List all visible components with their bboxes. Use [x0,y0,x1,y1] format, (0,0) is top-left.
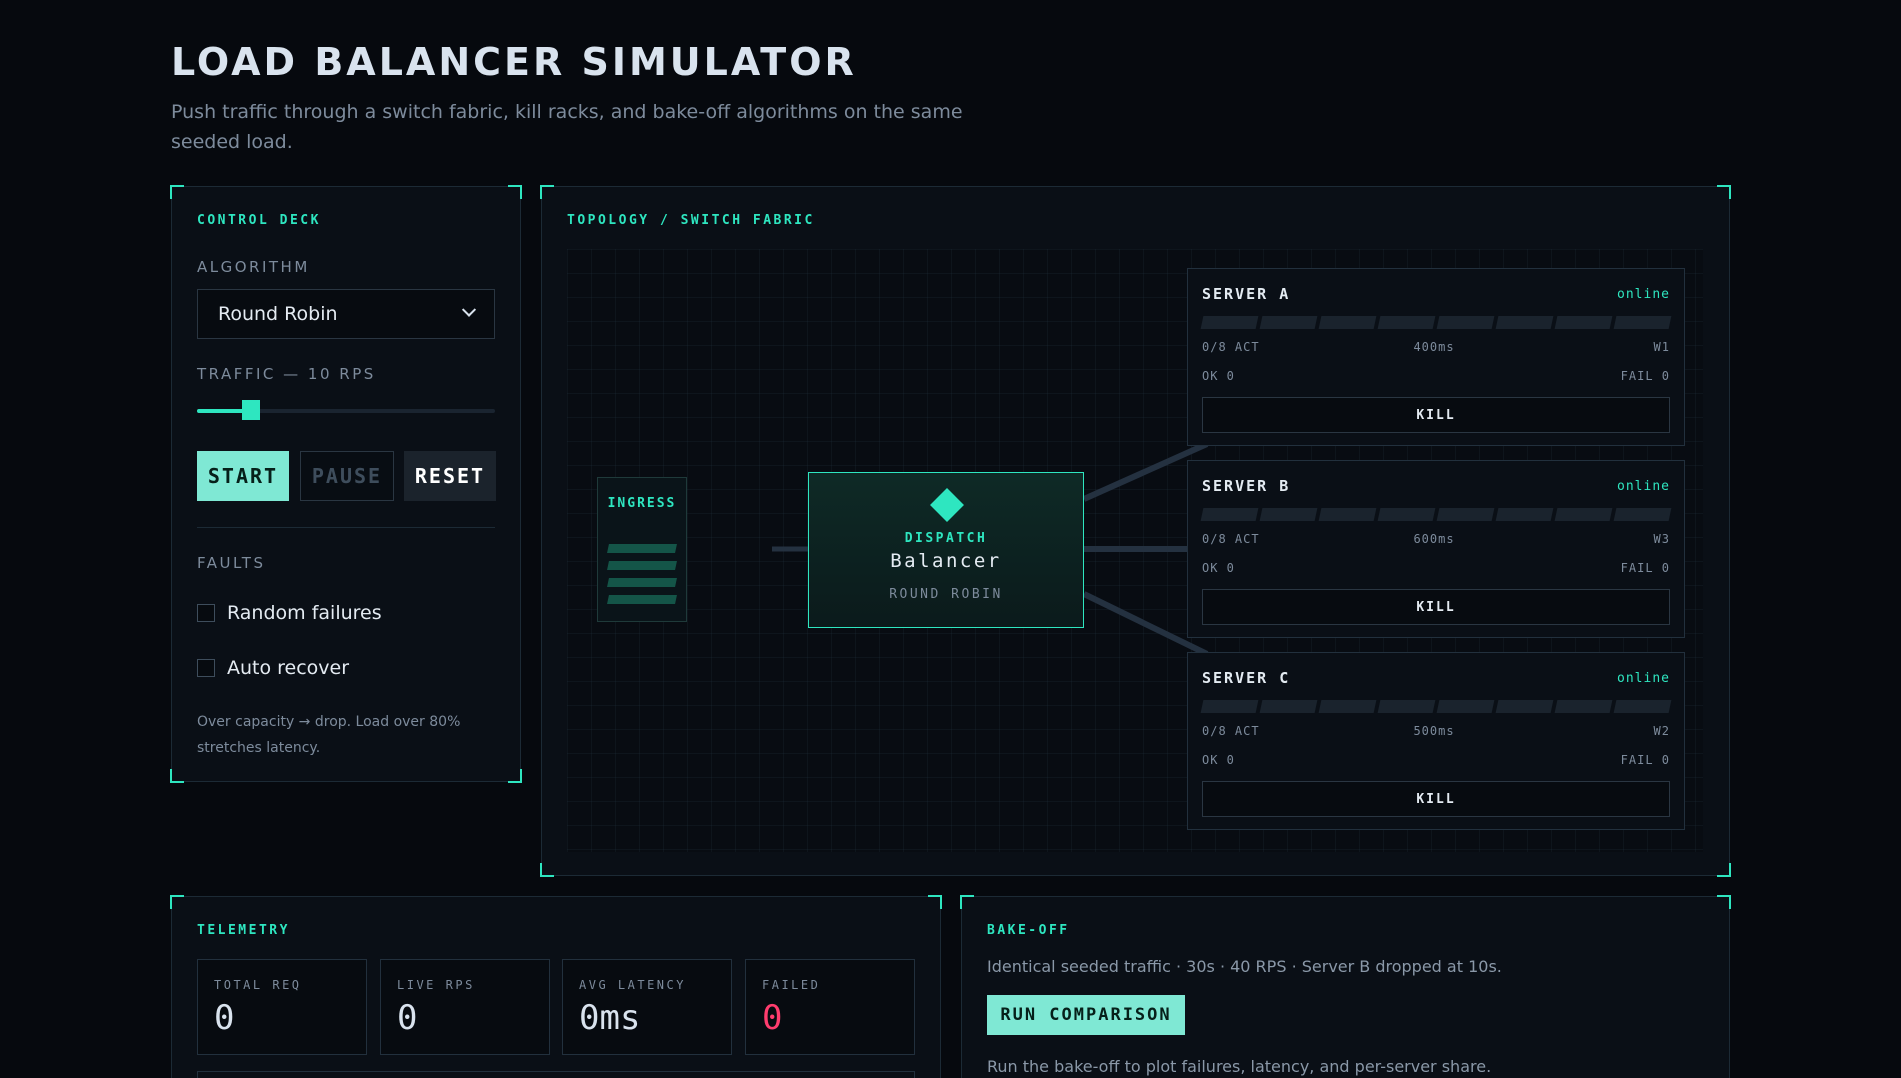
balancer-title: Balancer [890,550,1002,572]
server-active: 0/8 ACT [1202,724,1260,738]
metric-label: TOTAL REQ [214,978,302,992]
bakeoff-panel: BAKE-OFF Identical seeded traffic · 30s … [960,895,1731,1078]
server-results-row: OK 0 FAIL 0 [1202,753,1670,767]
server-weight: W1 [1653,340,1670,354]
server-name: SERVER C [1202,669,1291,687]
server-fail: FAIL 0 [1620,369,1670,383]
page-subtitle: Push traffic through a switch fabric, ki… [171,101,963,153]
traffic-slider-thumb[interactable] [241,400,260,420]
topology-canvas: INGRESS DISPATCH Balancer ROUND ROBIN SE… [567,249,1703,852]
bakeoff-description: Identical seeded traffic · 30s · 40 RPS … [987,957,1502,976]
metric-total-req: TOTAL REQ 0 [197,959,367,1055]
auto-recover-row[interactable]: Auto recover [197,657,349,679]
divider [197,527,495,528]
metric-value: 0 [214,998,235,1038]
topology-panel: TOPOLOGY / SWITCH FABRIC INGRESS DISPATC… [540,185,1731,877]
server-card-c: SERVER C online 0/8 ACT 500ms W2 OK 0 FA… [1187,652,1685,830]
kill-server-b-button[interactable]: KILL [1202,589,1670,625]
topology-label: TOPOLOGY / SWITCH FABRIC [567,213,815,228]
server-card-a: SERVER A online 0/8 ACT 400ms W1 OK 0 FA… [1187,268,1685,446]
metric-value: 0 [397,998,418,1038]
server-status: online [1617,671,1670,686]
control-deck-label: CONTROL DECK [197,213,321,228]
server-fail: FAIL 0 [1620,753,1670,767]
telemetry-panel: TELEMETRY TOTAL REQ 0 LIVE RPS 0 AVG LAT… [170,895,942,1078]
bakeoff-label: BAKE-OFF [987,923,1070,938]
traffic-slider[interactable] [197,400,495,420]
capacity-note: Over capacity → drop. Load over 80% stre… [197,714,461,756]
auto-recover-checkbox[interactable] [197,659,215,677]
metric-label: FAILED [762,978,821,992]
server-stats-row: 0/8 ACT 500ms W2 [1202,724,1670,738]
random-failures-label: Random failures [227,602,382,624]
server-results-row: OK 0 FAIL 0 [1202,369,1670,383]
server-active: 0/8 ACT [1202,340,1260,354]
kill-server-c-button[interactable]: KILL [1202,781,1670,817]
balancer-kicker: DISPATCH [904,531,988,546]
balancer-algorithm: ROUND ROBIN [889,587,1003,602]
algorithm-select[interactable]: Round Robin [197,289,495,339]
ingress-queue-bar [607,544,677,553]
server-stats-row: 0/8 ACT 600ms W3 [1202,532,1670,546]
server-active: 0/8 ACT [1202,532,1260,546]
chevron-down-icon [461,302,477,317]
metric-live-rps: LIVE RPS 0 [380,959,550,1055]
telemetry-chart-frame [197,1071,915,1078]
ingress-label: INGRESS [607,496,677,511]
server-latency: 600ms [1413,532,1455,546]
server-name: SERVER B [1202,477,1291,495]
bakeoff-hint: Run the bake-off to plot failures, laten… [987,1057,1492,1076]
random-failures-checkbox[interactable] [197,604,215,622]
algorithm-select-value: Round Robin [218,303,338,325]
server-weight: W3 [1653,532,1670,546]
ingress-queue-bar [607,561,677,570]
server-slots [1200,508,1672,521]
server-ok: OK 0 [1202,561,1235,575]
metric-value: 0 [762,998,783,1038]
server-results-row: OK 0 FAIL 0 [1202,561,1670,575]
control-deck-panel: CONTROL DECK ALGORITHM Round Robin TRAFF… [170,185,522,783]
start-button[interactable]: START [197,451,289,501]
metric-avg-latency: AVG LATENCY 0ms [562,959,732,1055]
server-stats-row: 0/8 ACT 400ms W1 [1202,340,1670,354]
diamond-icon [930,488,964,522]
balancer-node: DISPATCH Balancer ROUND ROBIN [808,472,1084,628]
server-slots [1200,316,1672,329]
ingress-queue-bar [607,595,677,604]
server-latency: 400ms [1413,340,1455,354]
server-status: online [1617,479,1670,494]
ingress-queue-bar [607,578,677,587]
server-fail: FAIL 0 [1620,561,1670,575]
server-weight: W2 [1653,724,1670,738]
metric-label: LIVE RPS [397,978,475,992]
server-status: online [1617,287,1670,302]
run-comparison-button[interactable]: RUN COMPARISON [987,995,1185,1035]
faults-label: FAULTS [197,554,266,572]
reset-button[interactable]: RESET [404,451,496,501]
server-ok: OK 0 [1202,369,1235,383]
pause-button[interactable]: PAUSE [300,451,394,501]
page-title: LOAD BALANCER SIMULATOR [171,40,857,84]
server-name: SERVER A [1202,285,1291,303]
server-latency: 500ms [1413,724,1455,738]
random-failures-row[interactable]: Random failures [197,602,382,624]
metric-label: AVG LATENCY [579,978,686,992]
metric-failed: FAILED 0 [745,959,915,1055]
server-slots [1200,700,1672,713]
ingress-node: INGRESS [597,477,687,622]
algorithm-label: ALGORITHM [197,258,310,276]
kill-server-a-button[interactable]: KILL [1202,397,1670,433]
telemetry-label: TELEMETRY [197,923,290,938]
server-card-b: SERVER B online 0/8 ACT 600ms W3 OK 0 FA… [1187,460,1685,638]
auto-recover-label: Auto recover [227,657,350,679]
traffic-label: TRAFFIC — 10 RPS [197,365,376,383]
metric-value: 0ms [579,998,641,1038]
server-ok: OK 0 [1202,753,1235,767]
